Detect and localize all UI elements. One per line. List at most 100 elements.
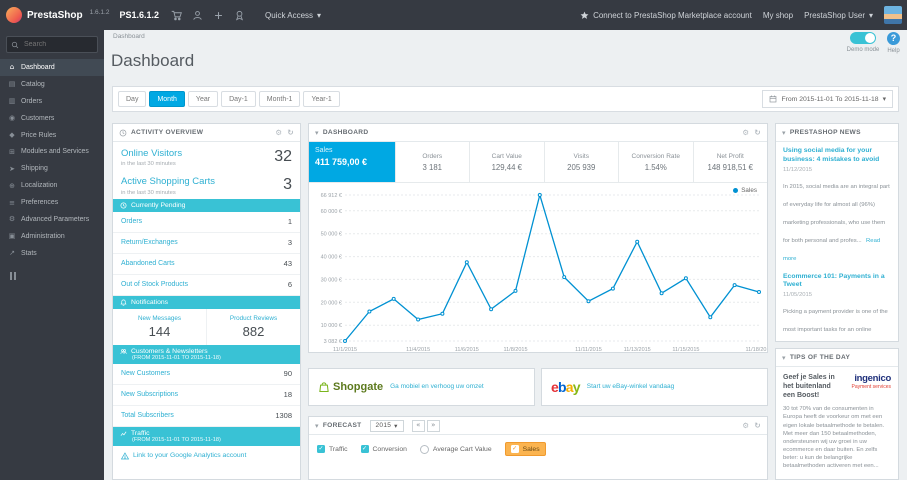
svg-text:66 912 €: 66 912 € (321, 193, 342, 199)
new-customers-link[interactable]: New Customers (121, 370, 170, 377)
chart-legend[interactable]: Sales (733, 187, 757, 194)
ebay-promo-link[interactable]: Start uw eBay-winkel vandaag (587, 383, 674, 391)
sidebar-item-preferences[interactable]: ≡ Preferences (0, 194, 104, 211)
forecast-conversion-toggle[interactable]: ✓ Conversion (360, 445, 407, 453)
pending-returns-link[interactable]: Return/Exchanges (121, 239, 178, 246)
caret-down-icon: ▾ (882, 95, 886, 103)
product-reviews-cell[interactable]: Product Reviews 882 (207, 309, 300, 345)
kpi-value: 148 918,51 € (707, 162, 754, 172)
total-subscribers-link[interactable]: Total Subscribers (121, 412, 174, 419)
advanced-parameters-icon: ⚙ (8, 215, 16, 224)
merchant-medal-icon[interactable] (234, 10, 245, 21)
refresh-icon[interactable]: ↻ (754, 128, 761, 137)
news-article-title-link[interactable]: Ecommerce 101: Payments in a Tweet (783, 273, 891, 291)
customers-person-icon[interactable] (192, 10, 203, 21)
product-reviews-value: 882 (242, 323, 265, 339)
forecast-prev-button[interactable]: « (411, 419, 425, 432)
forecast-next-button[interactable]: » (426, 419, 440, 432)
modules-icon: ⊞ (9, 147, 15, 156)
topbar: PrestaShop 1.6.1.2 PS1.6.1.2 Quick Acces… (0, 0, 907, 30)
my-shop-link[interactable]: My shop (763, 11, 793, 20)
filter-day-button[interactable]: Day (118, 91, 147, 107)
sidebar-item-price-rules[interactable]: ◆ Price Rules (0, 127, 104, 144)
filter-day-1-button[interactable]: Day-1 (221, 91, 256, 107)
quick-access-label: Quick Access (265, 10, 314, 20)
collapse-panel-icon[interactable]: ▾ (315, 422, 319, 430)
news-article-title-link[interactable]: Using social media for your business: 4 … (783, 147, 891, 165)
user-avatar[interactable] (884, 6, 902, 24)
pending-abandoned-carts-link[interactable]: Abandoned Carts (121, 260, 175, 267)
online-visitors-link[interactable]: Online Visitors (121, 148, 182, 159)
gear-icon[interactable]: ⚙ (275, 128, 282, 137)
collapse-panel-icon[interactable]: ▾ (782, 354, 786, 362)
sidebar-item-administration[interactable]: ▣ Administration (0, 228, 104, 245)
filter-month-1-button[interactable]: Month-1 (258, 91, 301, 107)
kpi-label: Visits (573, 152, 589, 160)
gear-icon[interactable]: ⚙ (742, 421, 749, 430)
localization-icon: ⊕ (9, 181, 15, 190)
refresh-icon[interactable]: ↻ (754, 421, 761, 430)
svg-text:11/6/2015: 11/6/2015 (455, 347, 479, 353)
kpi-visits[interactable]: Visits 205 939 (545, 142, 619, 182)
sidebar-item-stats[interactable]: ↗ Stats (0, 245, 104, 262)
user-menu[interactable]: PrestaShop User ▾ (804, 11, 873, 20)
sidebar-item-customers[interactable]: ◉ Customers (0, 110, 104, 127)
search-input[interactable] (22, 40, 93, 49)
collapse-panel-icon[interactable]: ▾ (782, 129, 786, 137)
google-analytics-link[interactable]: Link to your Google Analytics account (113, 446, 300, 466)
tips-of-the-day-pan el-panel: ▾ TIPS OF THE DAY Geef je Sales in het b… (775, 348, 899, 480)
sidebar-search[interactable] (6, 36, 98, 53)
prestashop-logo-icon (6, 7, 22, 23)
kpi-value: 3 181 (422, 162, 442, 172)
users-icon (120, 349, 127, 354)
date-range-picker[interactable]: From 2015-11-01 To 2015-11-18 ▾ (762, 90, 893, 108)
kpi-orders[interactable]: Orders 3 181 (396, 142, 470, 182)
news-article: Using social media for your business: 4 … (776, 142, 898, 268)
kpi-net-profit[interactable]: Net Profit 148 918,51 € (694, 142, 768, 182)
forecast-traffic-toggle[interactable]: ✓ Traffic (317, 445, 348, 453)
user-name-label: PrestaShop User (804, 10, 865, 20)
collapse-panel-icon[interactable]: ▾ (315, 129, 319, 137)
pending-out-of-stock-link[interactable]: Out of Stock Products (121, 281, 188, 288)
sidebar-item-modules[interactable]: ⊞ Modules and Services (0, 143, 104, 160)
active-carts-link[interactable]: Active Shopping Carts (121, 176, 215, 187)
refresh-icon[interactable]: ↻ (287, 128, 294, 137)
sidebar-item-label: Localization (21, 182, 58, 190)
quick-access-menu[interactable]: Quick Access ▾ (259, 10, 327, 21)
kpi-sales[interactable]: Sales 411 759,00 € (309, 142, 396, 182)
shopgate-promo-link[interactable]: Ga mobiel en verhoog uw omzet (390, 383, 484, 391)
forecast-avg-cart-value-toggle[interactable]: Average Cart Value (419, 444, 492, 454)
add-plus-icon[interactable] (213, 10, 224, 21)
sidebar-collapse-button[interactable] (10, 271, 94, 280)
search-icon (11, 41, 19, 48)
sidebar-item-catalog[interactable]: ▤ Catalog (0, 76, 104, 93)
shop-name-link[interactable]: PS1.6.1.2 (119, 10, 159, 20)
pending-orders-link[interactable]: Orders (121, 218, 142, 225)
orders-cart-icon[interactable] (171, 10, 182, 21)
sidebar-item-orders[interactable]: ▥ Orders (0, 93, 104, 110)
sidebar-item-localization[interactable]: ⊕ Localization (0, 177, 104, 194)
help-icon[interactable]: ? (887, 32, 900, 45)
filter-year-button[interactable]: Year (187, 91, 219, 107)
svg-text:50 000 €: 50 000 € (321, 232, 342, 238)
prestashop-logo[interactable]: PrestaShop 1.6.1.2 (0, 7, 109, 23)
demo-mode-toggle[interactable] (850, 32, 876, 44)
filter-year-1-button[interactable]: Year-1 (303, 91, 340, 107)
breadcrumb[interactable]: Dashboard (113, 33, 145, 40)
notifications-header: Notifications (113, 295, 300, 309)
filter-month-button[interactable]: Month (149, 91, 185, 107)
kpi-cart-value[interactable]: Cart Value 129,44 € (470, 142, 545, 182)
warning-icon (121, 452, 129, 460)
new-messages-cell[interactable]: New Messages 144 (113, 308, 207, 345)
forecast-year-select[interactable]: 2015 ▾ (369, 419, 404, 432)
sidebar-item-shipping[interactable]: ➤ Shipping (0, 160, 104, 177)
forecast-panel-title: FORECAST (322, 422, 362, 429)
online-visitors-value: 32 (274, 148, 292, 165)
forecast-sales-toggle[interactable]: ✓ Sales (504, 442, 546, 456)
sidebar-item-dashboard[interactable]: ⌂ Dashboard (0, 59, 104, 76)
sidebar-item-advanced-parameters[interactable]: ⚙ Advanced Parameters (0, 211, 104, 228)
kpi-conversion-rate[interactable]: Conversion Rate 1.54% (619, 142, 694, 182)
new-subscriptions-link[interactable]: New Subscriptions (121, 391, 178, 398)
gear-icon[interactable]: ⚙ (742, 128, 749, 137)
marketplace-connect-link[interactable]: Connect to PrestaShop Marketplace accoun… (580, 11, 752, 20)
